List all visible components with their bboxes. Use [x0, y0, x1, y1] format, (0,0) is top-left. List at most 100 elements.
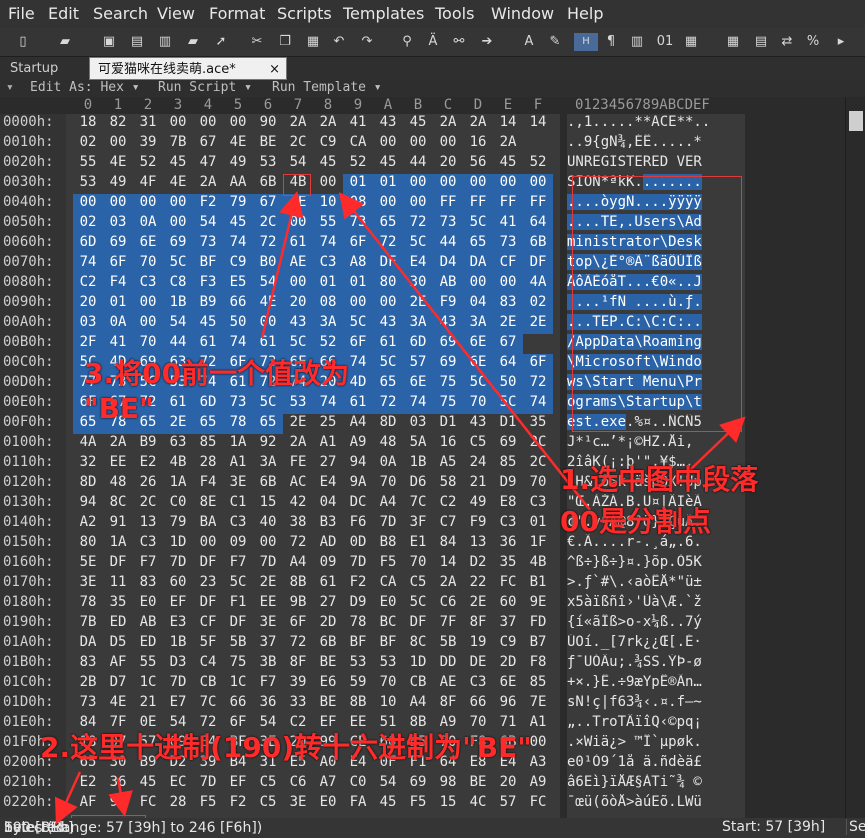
- hex-byte[interactable]: 35: [103, 594, 133, 614]
- ascii-row[interactable]: >.ƒ`#\.‹aòÊÅ*"ü±: [567, 574, 745, 594]
- hex-byte[interactable]: 67: [193, 134, 223, 154]
- ascii-row[interactable]: .×Wiä¿> ™Î`µpøk.: [567, 734, 745, 754]
- hex-byte[interactable]: A7: [313, 774, 343, 794]
- hex-byte[interactable]: 6E: [463, 354, 493, 374]
- hex-byte[interactable]: 44: [163, 334, 193, 354]
- hex-byte[interactable]: 94: [343, 454, 373, 474]
- hex-byte[interactable]: 2A: [193, 174, 223, 194]
- hex-byte[interactable]: 16: [463, 134, 493, 154]
- redo-icon[interactable]: ↷: [358, 33, 376, 51]
- find-in-files-icon[interactable]: ⚯: [450, 33, 468, 51]
- hex-byte[interactable]: A4: [373, 494, 403, 514]
- hex-byte[interactable]: 55: [313, 214, 343, 234]
- hex-byte[interactable]: A5: [433, 454, 463, 474]
- hex-byte[interactable]: 5C: [493, 394, 523, 414]
- hex-byte[interactable]: 27: [313, 594, 343, 614]
- calculator-icon[interactable]: ▦: [724, 33, 742, 51]
- hex-byte[interactable]: 96: [493, 694, 523, 714]
- hex-byte[interactable]: 4B: [523, 554, 553, 574]
- hex-byte[interactable]: EC: [163, 774, 193, 794]
- hex-byte[interactable]: 1F: [523, 534, 553, 554]
- hex-byte[interactable]: 1C: [133, 674, 163, 694]
- hex-byte[interactable]: 45: [373, 794, 403, 814]
- hex-byte[interactable]: 5C: [253, 394, 283, 414]
- undo-icon[interactable]: ↶: [330, 33, 348, 51]
- hex-byte[interactable]: 45: [133, 774, 163, 794]
- hex-byte[interactable]: CB: [403, 674, 433, 694]
- tab-close-icon[interactable]: ×: [269, 58, 280, 81]
- hex-byte[interactable]: 72: [283, 634, 313, 654]
- hex-byte[interactable]: E6: [313, 674, 343, 694]
- ascii-row[interactable]: .‚1.....**ACE**..: [567, 114, 745, 134]
- hex-byte[interactable]: 55: [133, 654, 163, 674]
- hex-byte[interactable]: 14: [433, 554, 463, 574]
- hex-byte[interactable]: 10: [313, 194, 343, 214]
- hex-byte[interactable]: 45: [403, 114, 433, 134]
- scrollbar-thumb[interactable]: [849, 111, 863, 131]
- hex-byte[interactable]: 52: [313, 334, 343, 354]
- ascii-row[interactable]: â6Eì}ïÅÆ§ÀTi˜¾ ©: [567, 774, 745, 794]
- hex-byte[interactable]: 75: [223, 654, 253, 674]
- hex-byte[interactable]: 4F: [133, 174, 163, 194]
- hex-byte[interactable]: AB: [133, 614, 163, 634]
- hex-byte[interactable]: 8B: [343, 694, 373, 714]
- hex-byte[interactable]: 22: [463, 574, 493, 594]
- hex-byte[interactable]: 00: [133, 314, 163, 334]
- hex-byte[interactable]: 6F: [523, 354, 553, 374]
- hex-byte[interactable]: 44: [403, 154, 433, 174]
- hex-byte[interactable]: CA: [343, 134, 373, 154]
- hex-byte[interactable]: 7F: [433, 614, 463, 634]
- hex-byte[interactable]: 6E: [463, 334, 493, 354]
- hex-byte[interactable]: E2: [133, 454, 163, 474]
- hex-byte[interactable]: 00: [103, 194, 133, 214]
- hex-byte[interactable]: A1: [223, 454, 253, 474]
- hex-byte[interactable]: 79: [163, 514, 193, 534]
- ascii-row[interactable]: {í«ãÏß>o-x¼ß..7ý: [567, 614, 745, 634]
- hex-byte[interactable]: 03: [403, 414, 433, 434]
- hex-byte[interactable]: 3B: [253, 654, 283, 674]
- hex-byte[interactable]: 7D: [163, 554, 193, 574]
- hex-byte[interactable]: 70: [133, 254, 163, 274]
- menu-templates[interactable]: Templates: [343, 4, 424, 23]
- hex-byte[interactable]: 53: [73, 174, 103, 194]
- hex-byte[interactable]: 8E: [193, 494, 223, 514]
- hex-byte[interactable]: 61: [373, 334, 403, 354]
- hex-byte[interactable]: 01: [373, 174, 403, 194]
- tab-current-file[interactable]: 可爱猫咪在线卖萌.ace* ×: [89, 57, 287, 80]
- copy-icon[interactable]: ❐: [276, 33, 294, 51]
- hex-byte[interactable]: 79: [223, 194, 253, 214]
- hex-byte[interactable]: DF: [403, 614, 433, 634]
- hex-byte[interactable]: 4B: [163, 454, 193, 474]
- paste-icon[interactable]: ▦: [304, 33, 322, 51]
- hex-byte[interactable]: B9: [133, 434, 163, 454]
- hex-byte[interactable]: 49: [463, 494, 493, 514]
- hex-byte[interactable]: 43: [373, 114, 403, 134]
- hex-byte[interactable]: 65: [373, 374, 403, 394]
- hex-byte[interactable]: 4E: [103, 694, 133, 714]
- hex-byte[interactable]: 3A: [253, 454, 283, 474]
- hex-byte[interactable]: 49: [223, 154, 253, 174]
- hex-byte[interactable]: 2D: [313, 614, 343, 634]
- hex-byte[interactable]: 53: [373, 654, 403, 674]
- hex-byte[interactable]: AD: [313, 534, 343, 554]
- hex-byte[interactable]: 8D: [373, 414, 403, 434]
- menu-scripts[interactable]: Scripts: [277, 4, 332, 23]
- hex-byte[interactable]: 00: [373, 134, 403, 154]
- hex-byte[interactable]: 0A: [133, 214, 163, 234]
- hex-byte[interactable]: 00: [193, 534, 223, 554]
- hex-byte[interactable]: 0A: [373, 454, 403, 474]
- hex-byte[interactable]: 01: [343, 174, 373, 194]
- hex-byte[interactable]: 2A: [463, 114, 493, 134]
- hex-byte[interactable]: 75: [433, 394, 463, 414]
- hex-byte[interactable]: 85: [523, 674, 553, 694]
- grid-icon[interactable]: ▦: [682, 33, 700, 51]
- hex-byte[interactable]: E7: [163, 694, 193, 714]
- hex-byte[interactable]: 6F: [103, 254, 133, 274]
- collapse-icon[interactable]: ▾: [6, 80, 14, 95]
- hex-byte[interactable]: D9: [343, 594, 373, 614]
- hex-byte[interactable]: 54: [373, 774, 403, 794]
- hex-byte[interactable]: 5B: [433, 634, 463, 654]
- ascii-row[interactable]: J*¹c…’*¡©HZ.Åi,: [567, 434, 745, 454]
- hex-byte[interactable]: FC: [133, 794, 163, 814]
- ascii-row[interactable]: ..9{gN¾,ÉÊ.....*: [567, 134, 745, 154]
